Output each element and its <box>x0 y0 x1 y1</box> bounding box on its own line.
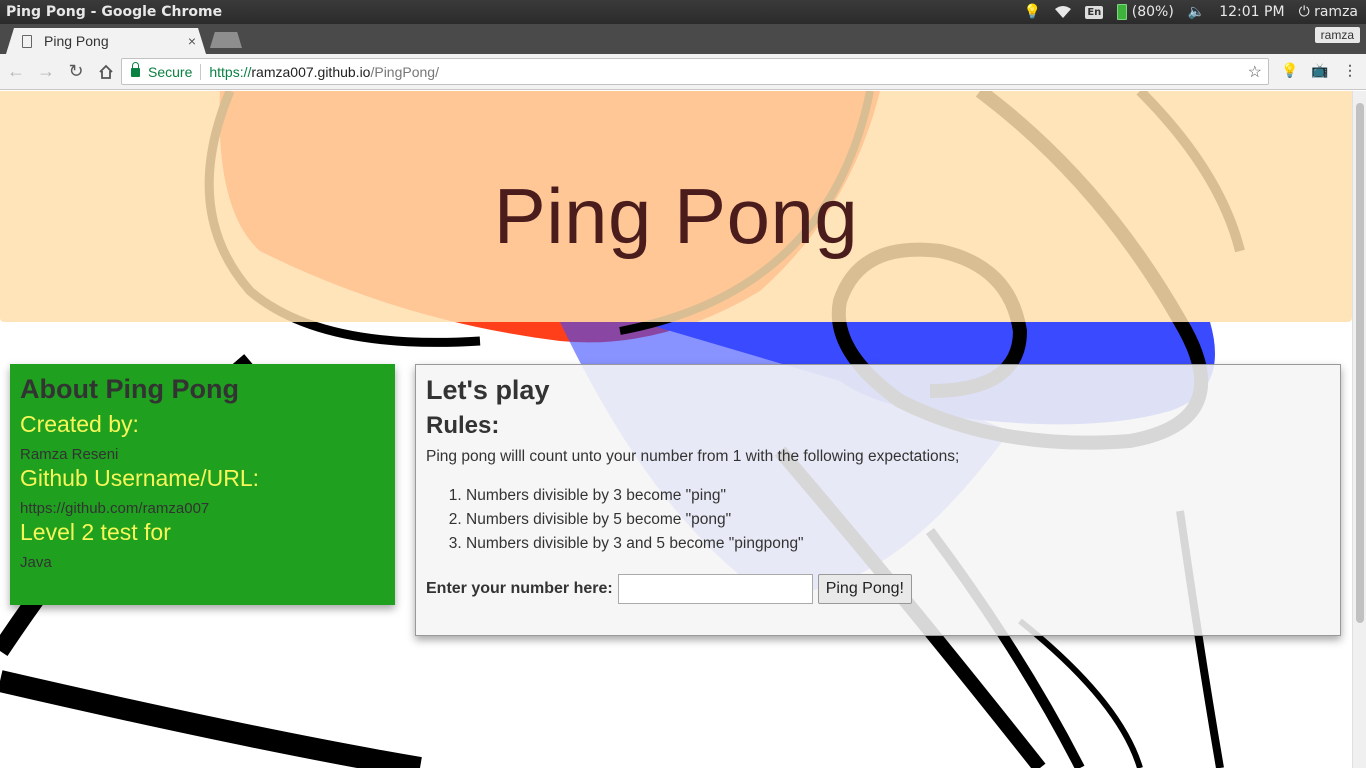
arrow-right-icon: → <box>37 61 55 81</box>
bookmark-star-icon[interactable]: ☆ <box>1248 62 1262 82</box>
rules-list: Numbers divisible by 3 become "ping" Num… <box>466 484 1330 556</box>
about-panel: About Ping Pong Created by: Ramza Reseni… <box>10 364 395 605</box>
browser-toolbar: ← → ↻ Secure https://ramza007.github.io /… <box>0 54 1366 90</box>
divider <box>200 63 202 80</box>
battery-indicator[interactable]: (80%) <box>1117 4 1174 20</box>
jumbotron-header: Ping Pong <box>0 91 1352 322</box>
ping-pong-button[interactable]: Ping Pong! <box>817 574 912 604</box>
os-top-bar: Ping Pong - Google Chrome 💡 En (80%) 🔈 1… <box>0 0 1366 24</box>
arrow-left-icon: ← <box>7 61 25 81</box>
page-icon <box>22 34 32 48</box>
extension-tv-icon[interactable]: 📺 <box>1311 62 1328 79</box>
scrollbar-thumb[interactable] <box>1356 103 1364 623</box>
system-tray: 💡 En (80%) 🔈 12:01 PM ⏻ ramza <box>1024 4 1366 20</box>
rule-item: Numbers divisible by 5 become "pong" <box>466 508 1330 532</box>
play-heading: Let's play <box>426 375 550 405</box>
rules-intro: Ping pong willl count unto your number f… <box>426 448 960 465</box>
tab-label: Ping Pong <box>44 33 109 49</box>
level-value: Java <box>20 554 52 571</box>
number-input-label: Enter your number here: <box>426 580 613 597</box>
forward-button[interactable]: → <box>32 58 60 86</box>
rule-item: Numbers divisible by 3 become "ping" <box>466 484 1330 508</box>
session-user: ramza <box>1314 4 1358 20</box>
reload-button[interactable]: ↻ <box>62 58 90 86</box>
new-tab-button[interactable] <box>210 32 242 48</box>
url-path: /PingPong/ <box>370 63 439 80</box>
level-label: Level 2 test for <box>20 519 171 545</box>
page-viewport: Ping Pong About Ping Pong Created by: Ra… <box>0 91 1352 768</box>
number-input[interactable] <box>617 574 813 604</box>
back-button[interactable]: ← <box>2 58 30 86</box>
lightbulb-icon[interactable]: 💡 <box>1024 4 1041 20</box>
rules-heading: Rules: <box>426 412 500 439</box>
tab-strip: Ping Pong × ramza <box>0 24 1366 54</box>
wifi-icon[interactable] <box>1055 6 1072 18</box>
github-label: Github Username/URL: <box>20 465 260 491</box>
address-bar[interactable]: Secure https://ramza007.github.io/PingPo… <box>121 58 1269 85</box>
home-button[interactable] <box>92 58 120 86</box>
session-menu[interactable]: ⏻ ramza <box>1299 4 1358 20</box>
url-scheme: https:// <box>209 63 252 80</box>
page-title: Ping Pong <box>493 172 859 260</box>
window-title: Ping Pong - Google Chrome <box>6 4 223 20</box>
number-form: Enter your number here: Ping Pong! <box>426 574 1330 604</box>
power-icon: ⏻ <box>1298 4 1310 20</box>
clock[interactable]: 12:01 PM <box>1219 4 1284 20</box>
page-scrollbar[interactable] <box>1352 91 1366 768</box>
keyboard-language[interactable]: En <box>1085 5 1104 19</box>
github-value: https://github.com/ramza007 <box>20 500 210 517</box>
close-icon[interactable]: × <box>188 33 196 49</box>
secure-label[interactable]: Secure <box>148 64 192 80</box>
created-by-label: Created by: <box>20 411 139 437</box>
menu-icon[interactable]: ⋮ <box>1343 62 1357 79</box>
tab-ping-pong[interactable]: Ping Pong × <box>6 28 206 54</box>
created-by-value: Ramza Reseni <box>20 446 119 463</box>
url-host: ramza007.github.io <box>251 63 371 80</box>
play-panel: Let's play Rules: Ping pong willl count … <box>415 364 1341 636</box>
profile-button[interactable]: ramza <box>1314 27 1360 43</box>
battery-percent: (80%) <box>1131 4 1174 20</box>
reload-icon: ↻ <box>68 61 84 81</box>
lock-icon <box>131 62 140 77</box>
battery-icon <box>1117 4 1128 20</box>
home-icon <box>99 64 113 79</box>
volume-icon[interactable]: 🔈 <box>1188 4 1205 20</box>
about-heading: About Ping Pong <box>20 374 239 404</box>
extension-bulb-icon[interactable]: 💡 <box>1281 62 1298 79</box>
rule-item: Numbers divisible by 3 and 5 become "pin… <box>466 532 1330 556</box>
